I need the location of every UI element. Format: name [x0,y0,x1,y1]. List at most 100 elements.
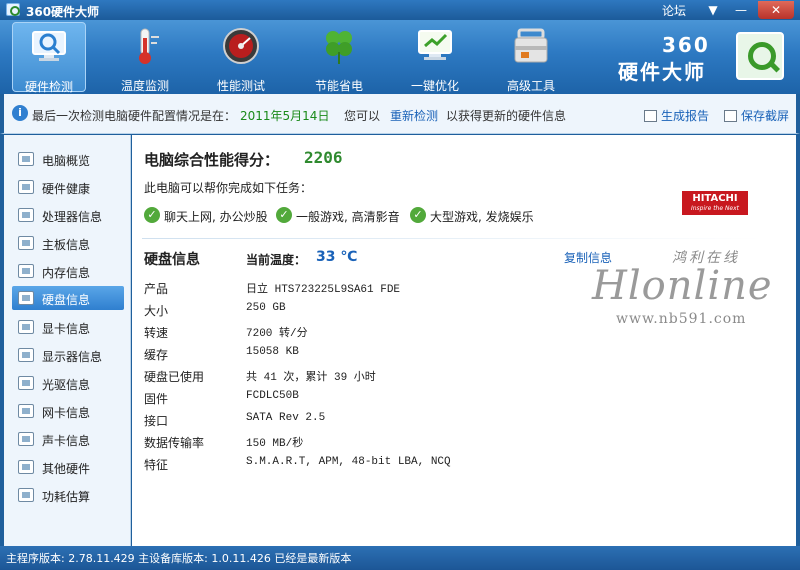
brand-magnifier-icon [736,32,784,80]
info-bar: i 最后一次检测电脑硬件配置情况是在： 2011年5月14日 您可以 重新检测 … [0,94,800,134]
save-screenshot-label: 保存截屏 [741,109,790,123]
tasks-subtitle: 此电脑可以帮你完成如下任务： [144,181,313,195]
detail-key: 大小 [144,304,169,318]
sidebar-item-health[interactable]: 硬件健康 [12,175,124,199]
sidebar-item-cpu[interactable]: 处理器信息 [12,203,124,227]
monitor-magnifier-icon [32,31,66,61]
detail-value: 7200 转/分 [246,328,308,340]
tab-advanced-tools[interactable]: 高级工具 [494,22,568,93]
sidebar-item-network[interactable]: 网卡信息 [12,399,124,423]
check-icon: ✓ [144,207,160,223]
sidebar-item-overview[interactable]: 电脑概览 [12,147,124,171]
sidebar-item-memory[interactable]: 内存信息 [12,259,124,283]
sidebar-item-label: 其他硬件 [42,462,91,476]
sidebar-item-label: 主板信息 [42,238,91,252]
score-value: 2206 [304,148,343,167]
generate-report-button[interactable]: 生成报告 [644,107,709,124]
sidebar-item-motherboard[interactable]: 主板信息 [12,231,124,255]
memory-icon [18,264,34,278]
forum-link[interactable]: 论坛 [662,2,686,19]
refresh-hint-text: 以获得更新的硬件信息 [446,109,567,123]
disk-info-title: 硬盘信息 [144,252,200,268]
tab-hardware-detect[interactable]: 硬件检测 [12,22,86,94]
last-check-date: 2011年5月14日 [240,109,330,123]
overview-icon [18,152,34,166]
info-icon: i [12,105,28,121]
sidebar-item-other[interactable]: 其他硬件 [12,455,124,479]
display-icon [18,348,34,362]
sidebar-item-power[interactable]: 功耗估算 [12,483,124,507]
temperature-label: 当前温度： [246,253,307,267]
detail-value: 150 MB/秒 [246,438,304,450]
hitachi-logo: HITACHI Inspire the Next [682,191,748,215]
last-check-text: 最后一次检测电脑硬件配置情况是在： [32,109,237,123]
window-title: 360硬件大师 [26,5,100,19]
tab-temperature[interactable]: 温度监测 [108,22,182,93]
sidebar-item-graphics[interactable]: 显卡信息 [12,315,124,339]
save-screenshot-button[interactable]: 保存截屏 [724,107,789,124]
watermark-logo: Hlonline [592,263,773,309]
minimize-button[interactable]: — [728,1,754,19]
detail-value: 共 41 次，累计 39 小时 [246,372,376,384]
check-icon: ✓ [276,207,292,223]
sidebar-item-optical[interactable]: 光驱信息 [12,371,124,395]
detail-key: 转速 [144,326,169,340]
detail-value: SATA Rev 2.5 [246,412,326,424]
toolbox-icon [514,28,548,63]
detail-key: 硬盘已使用 [144,370,205,384]
other-hardware-icon [18,460,34,474]
detail-value: FCDLC50B [246,390,299,402]
detail-key: 缓存 [144,348,169,362]
sidebar-item-label: 功耗估算 [42,490,91,504]
detail-value: 250 GB [246,302,286,314]
optimize-monitor-icon [418,30,452,60]
task-label: 聊天上网, 办公炒股 [164,210,268,224]
sidebar-item-label: 处理器信息 [42,210,103,224]
sidebar-item-label: 硬件健康 [42,182,91,196]
report-icon [644,110,657,122]
sidebar-item-harddisk[interactable]: 硬盘信息 [12,286,124,310]
graphics-card-icon [18,320,34,334]
detail-key: 特征 [144,458,169,472]
power-icon [18,488,34,502]
sound-card-icon [18,432,34,446]
sidebar-item-display[interactable]: 显示器信息 [12,343,124,367]
you-can-text: 您可以 [344,109,381,123]
speedometer-icon [223,28,259,64]
thermometer-icon [139,28,159,64]
tab-performance[interactable]: 性能测试 [204,22,278,93]
tab-power-saving[interactable]: 节能省电 [302,22,376,93]
sidebar-item-label: 声卡信息 [42,434,91,448]
close-button[interactable]: ✕ [758,1,794,19]
detail-value: 15058 KB [246,346,299,358]
watermark-url: www.nb591.com [616,311,747,327]
health-icon [18,180,34,194]
optical-drive-icon [18,376,34,390]
main-panel: 电脑综合性能得分： 2206 此电脑可以帮你完成如下任务： ✓ 聊天上网, 办公… [132,135,796,546]
brand-line-1: 360 [662,33,710,57]
sidebar-item-label: 光驱信息 [42,378,91,392]
detail-key: 数据传输率 [144,436,205,450]
sidebar: 电脑概览 硬件健康 处理器信息 主板信息 内存信息 硬盘信息 显卡信息 显示器信… [4,135,131,546]
check-icon: ✓ [410,207,426,223]
brand-line-2: 硬件大师 [618,60,706,84]
tab-label: 硬件检测 [24,80,73,94]
divider [142,238,762,239]
copy-info-link[interactable]: 复制信息 [564,249,612,266]
tab-one-click-optimize[interactable]: 一键优化 [398,22,472,93]
task-label: 一般游戏, 高清影音 [296,210,400,224]
detail-value: 日立 HTS723225L9SA61 FDE [246,284,401,296]
camera-icon [724,110,737,122]
version-status: 主程序版本: 2.78.11.429 主设备库版本: 1.0.11.426 已经… [6,552,352,565]
sidebar-item-sound[interactable]: 声卡信息 [12,427,124,451]
temperature-value: 33 ℃ [316,249,358,265]
network-card-icon [18,404,34,418]
menu-dropdown-icon[interactable]: ▼ [700,1,726,19]
recheck-link[interactable]: 重新检测 [390,107,438,124]
sidebar-item-label: 显示器信息 [42,350,103,364]
detail-key: 接口 [144,414,169,428]
main-toolbar: 硬件检测 温度监测 性能测试 节能省电 一键优化 高级工具 360 硬件大师 [0,20,800,94]
tab-label: 一键优化 [410,79,459,93]
tab-label: 高级工具 [506,79,555,93]
harddisk-icon [18,291,34,305]
